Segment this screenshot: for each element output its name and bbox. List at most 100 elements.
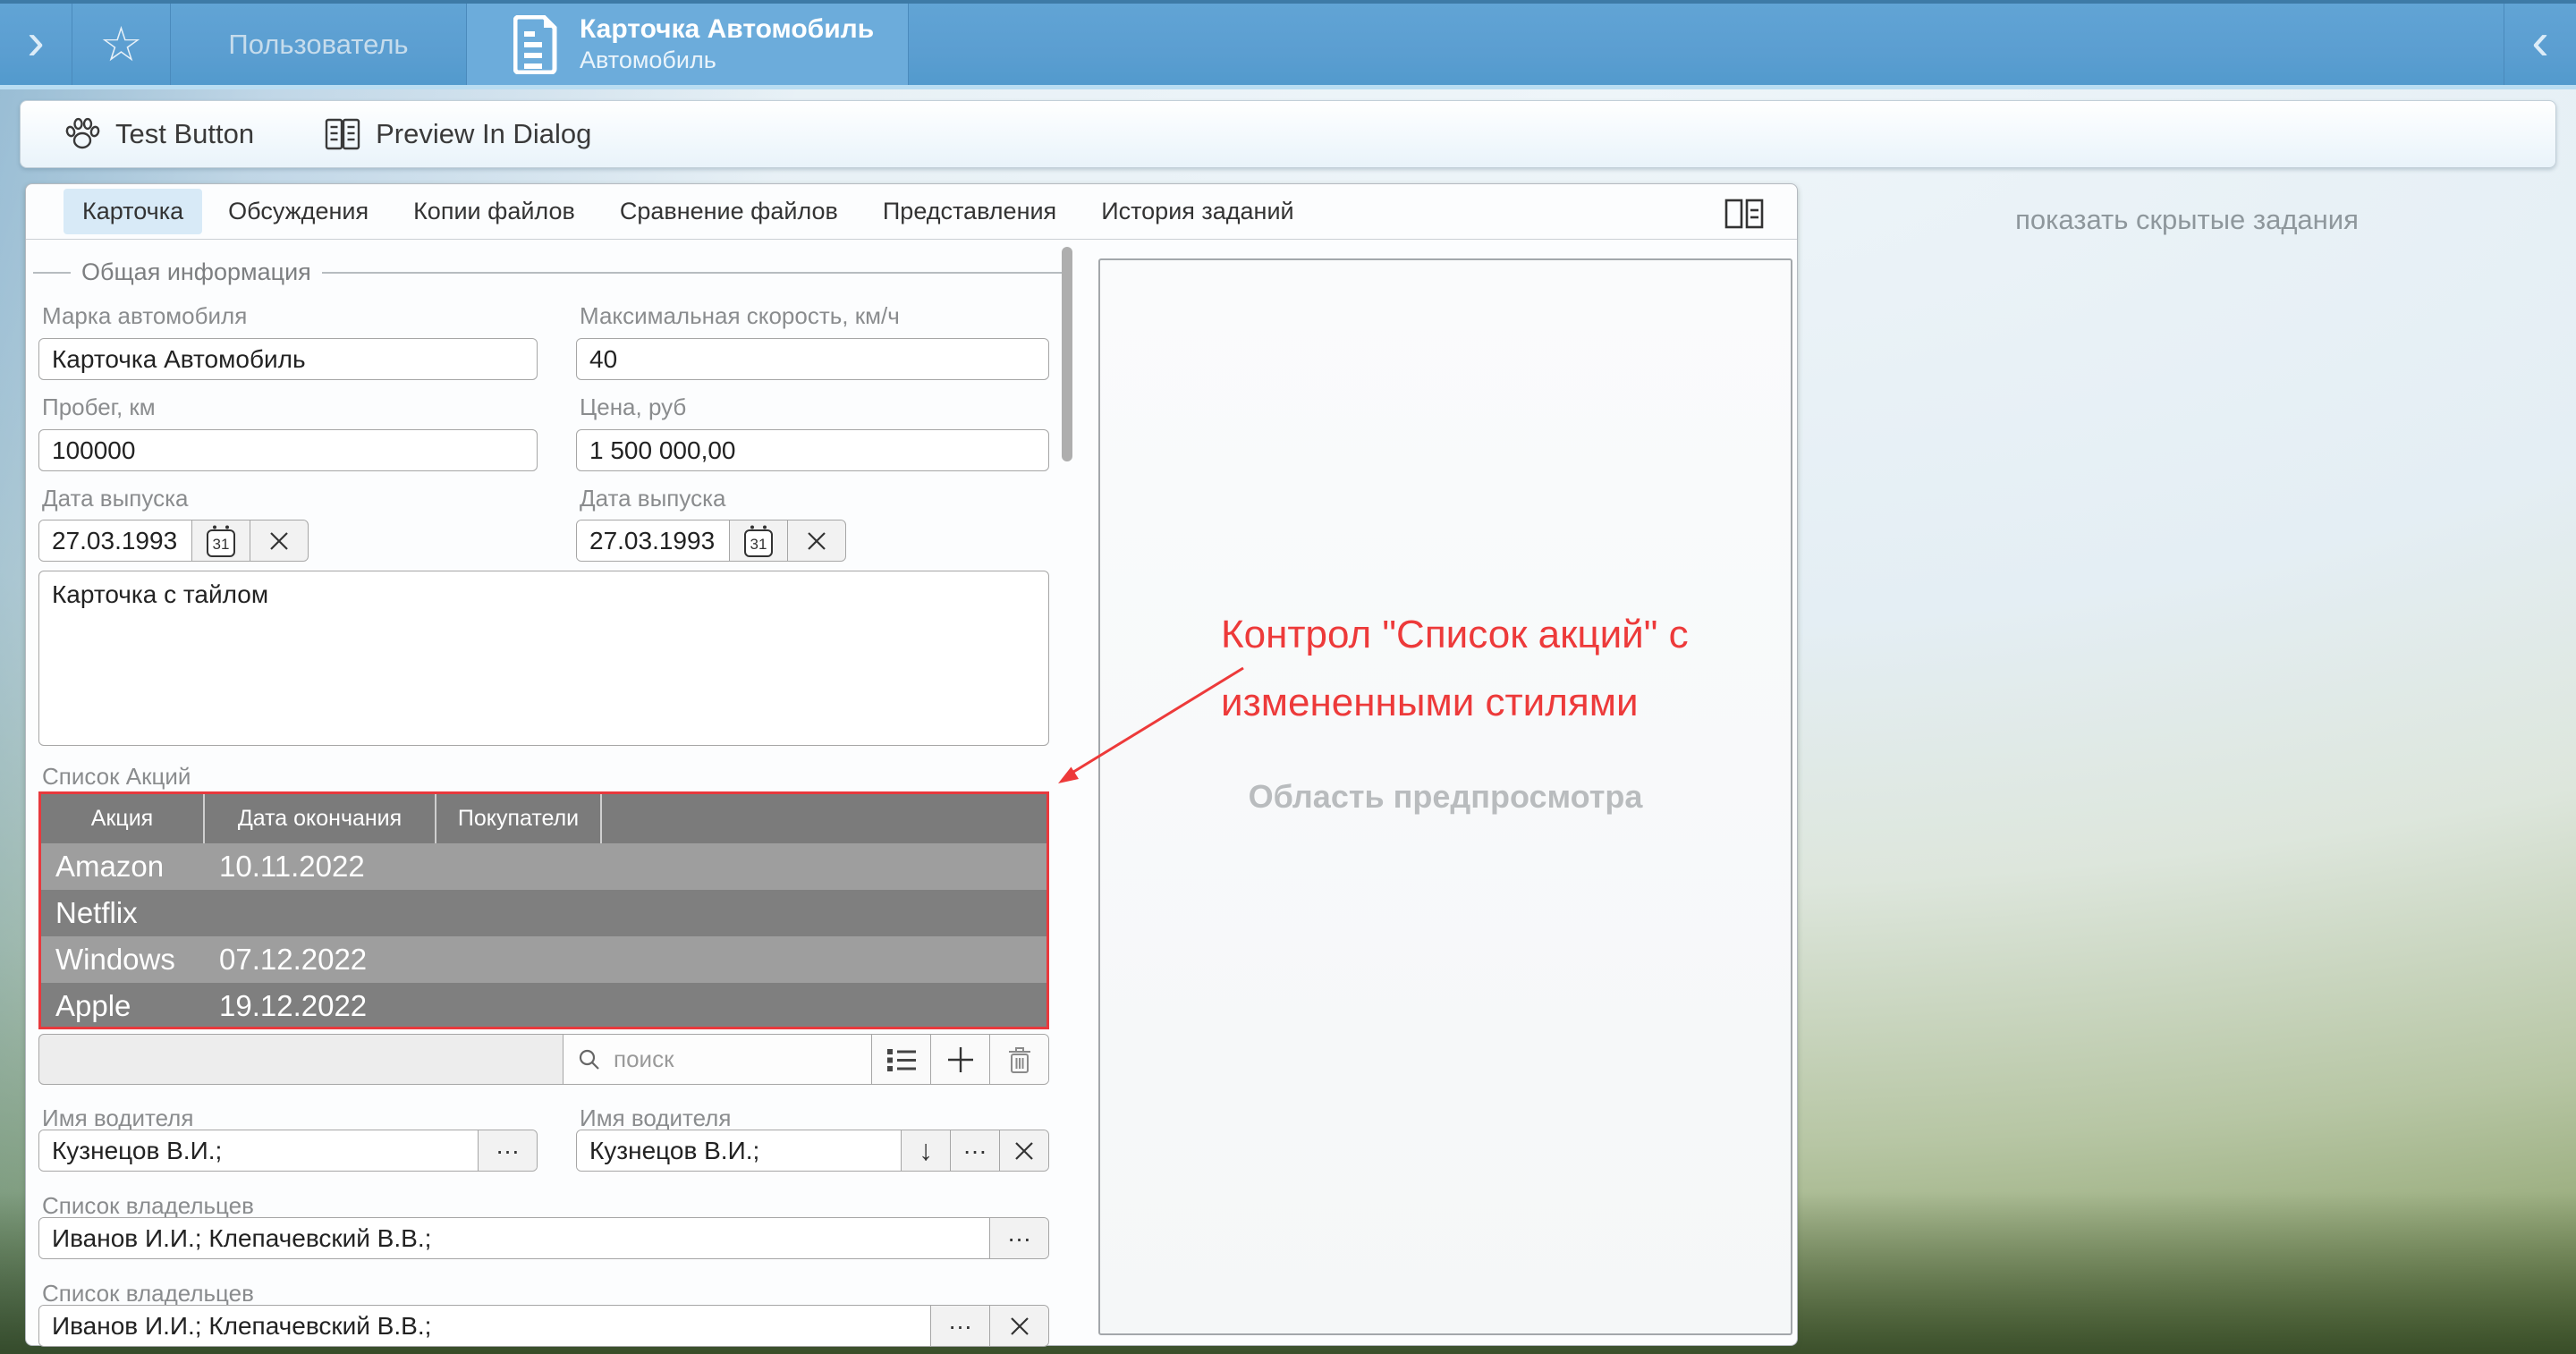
test-button[interactable]: Test Button: [55, 110, 263, 158]
calendar-icon: 31: [743, 524, 774, 558]
annotation-arrow: [1029, 572, 1315, 814]
tab-file-comparison[interactable]: Сравнение файлов: [601, 189, 857, 234]
tab-file-copies[interactable]: Копии файлов: [394, 189, 594, 234]
column-header: Дата окончания: [205, 794, 436, 843]
book-icon: [324, 117, 361, 151]
down-arrow-icon: ↓: [919, 1134, 933, 1167]
table-row[interactable]: Amazon 10.11.2022: [41, 843, 1046, 890]
owners-bottom-label: Список владельцев: [42, 1280, 254, 1307]
svg-text:31: 31: [750, 536, 767, 553]
description-textarea[interactable]: Карточка с тайлом: [38, 571, 1049, 746]
clear-icon: [1013, 1140, 1035, 1162]
release-date-left-picker: 31: [38, 520, 309, 562]
stocks-toolbar-spacer: [39, 1035, 563, 1084]
owners-bottom-clear-button[interactable]: [989, 1306, 1048, 1346]
tab-discussions[interactable]: Обсуждения: [209, 189, 387, 234]
owners-bottom-editor: …: [38, 1305, 1049, 1347]
owners-bottom-browse-button[interactable]: …: [930, 1306, 989, 1346]
ellipsis-icon: …: [962, 1140, 987, 1161]
clear-icon: [268, 530, 290, 552]
owners-top-input[interactable]: [39, 1218, 989, 1258]
owners-top-browse-button[interactable]: …: [989, 1218, 1048, 1258]
tab-document-active[interactable]: Карточка Автомобиль Автомобиль: [466, 4, 909, 85]
select-list-button[interactable]: [871, 1035, 930, 1084]
mileage-label: Пробег, км: [42, 394, 156, 421]
owners-bottom-input[interactable]: [39, 1306, 930, 1346]
owners-top-editor: …: [38, 1217, 1049, 1259]
tab-user[interactable]: Пользователь: [171, 4, 466, 85]
test-button-label: Test Button: [115, 118, 254, 150]
delete-row-button[interactable]: [989, 1035, 1048, 1084]
driver-browse-button[interactable]: …: [950, 1130, 999, 1171]
search-icon: [578, 1048, 601, 1071]
table-row[interactable]: Apple 19.12.2022: [41, 983, 1046, 1029]
preview-in-dialog-button[interactable]: Preview In Dialog: [315, 112, 600, 157]
ellipsis-icon: …: [948, 1316, 973, 1336]
stocks-table-header: Акция Дата окончания Покупатели: [41, 794, 1046, 843]
table-row[interactable]: Windows 07.12.2022: [41, 936, 1046, 983]
release-date-right-label: Дата выпуска: [580, 485, 726, 512]
tab-task-history[interactable]: История заданий: [1082, 189, 1312, 234]
driver-left-editor: …: [38, 1130, 538, 1172]
release-date-right-input[interactable]: [577, 520, 729, 561]
brand-label: Марка автомобиля: [42, 302, 247, 330]
show-hidden-tasks-link[interactable]: показать скрытые задания: [1798, 204, 2576, 236]
document-icon: [513, 15, 560, 74]
calendar-button[interactable]: 31: [191, 520, 250, 561]
stocks-search-box: [563, 1035, 871, 1084]
paw-icon: [64, 115, 101, 153]
clear-date-button[interactable]: [787, 520, 844, 561]
column-header: Акция: [41, 794, 205, 843]
mileage-input[interactable]: [38, 429, 538, 471]
driver-left-label: Имя водителя: [42, 1104, 193, 1132]
tab-views[interactable]: Представления: [864, 189, 1075, 234]
expand-nav-button[interactable]: ›: [0, 4, 72, 85]
split-view-icon: [1724, 199, 1764, 229]
tab-user-label: Пользователь: [228, 29, 408, 61]
ellipsis-icon: …: [1007, 1228, 1032, 1248]
max-speed-input[interactable]: [576, 338, 1049, 380]
top-bar: › ☆ Пользователь Карточка Автомобиль Авт…: [0, 0, 2576, 89]
preview-in-dialog-label: Preview In Dialog: [376, 118, 591, 150]
document-tab-title: Карточка Автомобиль: [580, 13, 874, 47]
clear-icon: [806, 530, 827, 552]
card-tabstrip: Карточка Обсуждения Копии файлов Сравнен…: [26, 184, 1797, 240]
clear-date-button[interactable]: [250, 520, 307, 561]
stocks-label: Список Акций: [42, 763, 191, 791]
document-card: Карточка Обсуждения Копии файлов Сравнен…: [25, 183, 1798, 1346]
add-icon: [946, 1045, 975, 1074]
chevron-left-icon: ‹: [2531, 16, 2548, 73]
column-header: Покупатели: [436, 794, 602, 843]
owners-top-label: Список владельцев: [42, 1192, 254, 1220]
ribbon-toolbar: Test Button Preview In Dialog: [20, 100, 2556, 168]
add-row-button[interactable]: [930, 1035, 989, 1084]
price-input[interactable]: [576, 429, 1049, 471]
chevron-right-icon: ›: [27, 16, 44, 73]
driver-clear-button[interactable]: [999, 1130, 1048, 1171]
brand-input[interactable]: [38, 338, 538, 380]
split-view-button[interactable]: [1722, 197, 1767, 231]
stocks-search-input[interactable]: [612, 1045, 857, 1074]
driver-left-browse-button[interactable]: …: [478, 1130, 537, 1171]
calendar-button[interactable]: 31: [729, 520, 787, 561]
driver-right-input[interactable]: [577, 1130, 901, 1171]
release-date-left-label: Дата выпуска: [42, 485, 189, 512]
list-icon: [886, 1046, 918, 1073]
driver-right-label: Имя водителя: [580, 1104, 731, 1132]
svg-text:31: 31: [213, 536, 230, 553]
favorites-button[interactable]: ☆: [72, 4, 170, 85]
stocks-table: Акция Дата окончания Покупатели Amazon 1…: [38, 791, 1049, 1029]
star-icon: ☆: [99, 21, 142, 69]
driver-left-input[interactable]: [39, 1130, 478, 1171]
release-date-left-input[interactable]: [39, 520, 191, 561]
table-row[interactable]: Netflix: [41, 890, 1046, 936]
tab-card[interactable]: Карточка: [64, 189, 202, 234]
clear-icon: [1009, 1316, 1030, 1337]
form-scrollbar-thumb[interactable]: [1062, 247, 1072, 461]
document-tab-subtitle: Автомобиль: [580, 46, 874, 76]
driver-dropdown-button[interactable]: ↓: [901, 1130, 950, 1171]
collapse-panel-button[interactable]: ‹: [2504, 4, 2576, 85]
price-label: Цена, руб: [580, 394, 686, 421]
max-speed-label: Максимальная скорость, км/ч: [580, 302, 900, 330]
calendar-icon: 31: [206, 524, 236, 558]
